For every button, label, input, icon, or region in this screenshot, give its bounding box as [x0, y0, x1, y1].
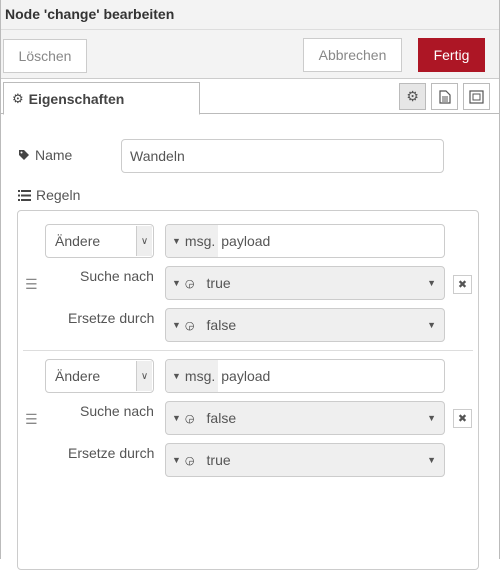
search-value-select[interactable]: ▼ ◶ true ▼ — [165, 266, 445, 300]
boolean-icon: ◶ — [184, 277, 195, 290]
caret-down-icon: ▼ — [427, 455, 436, 465]
tray-header: Node 'change' bearbeiten — [1, 0, 499, 30]
search-label: Suche nach — [80, 403, 154, 419]
drag-handle-icon[interactable]: ☰ — [25, 412, 38, 426]
target-value: payload — [221, 368, 271, 384]
search-value-select[interactable]: ▼ ◶ false ▼ — [165, 401, 445, 435]
type-select-button[interactable]: ▼ msg. — [166, 360, 219, 392]
rule-divider — [23, 350, 473, 351]
rule-action-value: Ändere — [55, 368, 101, 384]
done-button[interactable]: Fertig — [418, 38, 485, 72]
caret-down-icon: ▼ — [172, 455, 181, 465]
rule-target-input[interactable]: ▼ msg. payload — [165, 359, 445, 393]
caret-down-icon: ▼ — [427, 278, 436, 288]
replace-value-select[interactable]: ▼ ◶ false ▼ — [165, 308, 445, 342]
search-value: false — [206, 410, 237, 426]
caret-down-icon: ▼ — [427, 320, 436, 330]
tray-toolbar: Löschen Abbrechen Fertig — [1, 30, 499, 79]
caret-down-icon: ▼ — [172, 278, 181, 288]
rule-action-value: Ändere — [55, 233, 101, 249]
caret-down-icon: ▼ — [427, 413, 436, 423]
replace-label: Ersetze durch — [68, 445, 155, 461]
rule-action-select[interactable]: Ändere ∨ — [45, 359, 154, 393]
target-value: payload — [221, 233, 271, 249]
rule-action-select[interactable]: Ändere ∨ — [45, 224, 154, 258]
type-select-button[interactable]: ▼ ◶ — [166, 402, 195, 434]
type-select-button[interactable]: ▼ ◶ — [166, 267, 195, 299]
drag-handle-icon[interactable]: ☰ — [25, 277, 38, 291]
settings-tab-button[interactable]: ⚙ — [399, 83, 426, 110]
name-input[interactable]: Wandeln — [121, 139, 444, 173]
boolean-icon: ◶ — [184, 454, 195, 467]
delete-button[interactable]: Löschen — [3, 39, 87, 73]
type-select-button[interactable]: ▼ ◶ — [166, 444, 195, 476]
list-icon — [18, 189, 31, 201]
gear-icon: ⚙ — [12, 90, 24, 106]
caret-down-icon: ▼ — [172, 320, 181, 330]
type-select-button[interactable]: ▼ ◶ — [166, 309, 195, 341]
tab-properties[interactable]: ⚙ Eigenschaften — [3, 82, 200, 115]
appearance-tab-button[interactable] — [463, 83, 490, 110]
rule-target-input[interactable]: ▼ msg. payload — [165, 224, 445, 258]
caret-down-icon: ▼ — [172, 236, 181, 246]
close-icon: ✖ — [457, 413, 468, 425]
caret-down-icon: ▼ — [172, 413, 181, 423]
replace-value: false — [206, 317, 237, 333]
tab-properties-label: Eigenschaften — [28, 90, 125, 107]
search-label: Suche nach — [80, 268, 154, 284]
rules-label-row: Regeln — [18, 187, 80, 203]
replace-label: Ersetze durch — [68, 310, 155, 326]
replace-value: true — [206, 452, 231, 468]
chevron-down-icon: ∨ — [136, 226, 152, 256]
remove-rule-button[interactable]: ✖ — [453, 275, 472, 294]
close-icon: ✖ — [457, 279, 468, 291]
rules-label: Regeln — [36, 187, 81, 203]
caret-down-icon: ▼ — [172, 371, 181, 381]
boolean-icon: ◶ — [184, 412, 195, 425]
tray-title: Node 'change' bearbeiten — [5, 6, 175, 22]
type-select-button[interactable]: ▼ msg. — [166, 225, 219, 257]
target-prefix: msg. — [184, 368, 216, 384]
cancel-button[interactable]: Abbrechen — [303, 38, 402, 72]
replace-value-select[interactable]: ▼ ◶ true ▼ — [165, 443, 445, 477]
description-tab-button[interactable] — [431, 83, 458, 110]
search-value: true — [206, 275, 231, 291]
remove-rule-button[interactable]: ✖ — [453, 409, 472, 428]
tag-icon — [19, 150, 29, 160]
boolean-icon: ◶ — [184, 319, 195, 332]
gear-icon: ⚙ — [406, 88, 419, 104]
tab-icons: ⚙ — [399, 83, 490, 110]
frame-icon — [469, 89, 484, 104]
name-label-row: Name — [18, 147, 72, 163]
tab-bar: ⚙ Eigenschaften ⚙ — [1, 80, 499, 115]
document-icon — [438, 89, 451, 104]
edit-tray: Node 'change' bearbeiten Löschen Abbrech… — [0, 0, 500, 570]
target-prefix: msg. — [184, 233, 216, 249]
chevron-down-icon: ∨ — [136, 361, 152, 391]
name-label: Name — [35, 147, 73, 163]
